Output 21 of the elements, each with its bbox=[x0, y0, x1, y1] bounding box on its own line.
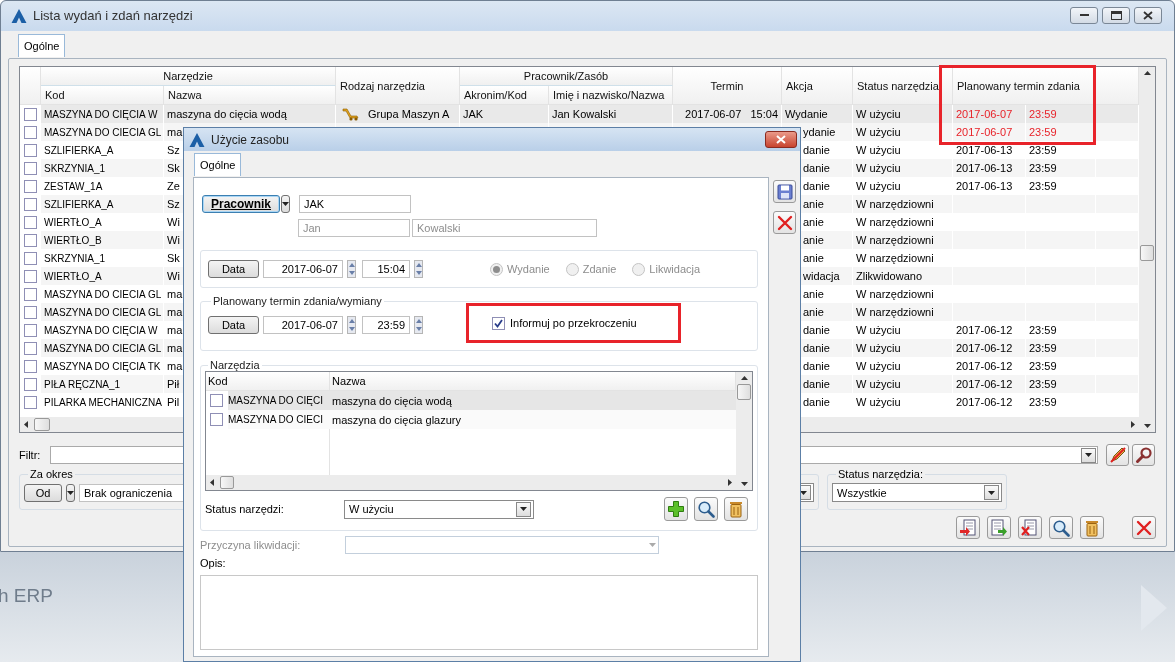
window-title: Lista wydań i zdań narzędzi bbox=[33, 8, 193, 23]
filter-label: Filtr: bbox=[19, 449, 42, 461]
table-cell-text: MASZYNA DO CIECI bbox=[228, 413, 324, 427]
group-title: Narzędzia bbox=[209, 359, 261, 371]
radio-label: Likwidacja bbox=[649, 263, 701, 275]
checkbox-label: Informuj po przekroczeniu bbox=[510, 317, 637, 329]
reason-label: Przyczyna likwidacji: bbox=[200, 539, 302, 551]
group-title: Za okres bbox=[29, 468, 74, 480]
table-cell: W użyciu bbox=[853, 393, 953, 411]
status-label: Status narzędzi: bbox=[205, 503, 285, 515]
table-cell: 23:59 bbox=[1026, 393, 1096, 411]
description-label: Opis: bbox=[200, 557, 227, 569]
table-cell: 2017-06-12 bbox=[953, 393, 1026, 411]
group-title: Status narzędzia: bbox=[837, 468, 924, 480]
table-cell-text: MASZYNA DO CIĘCI bbox=[228, 394, 324, 408]
table-cell-text: maszyna do cięcia glazury bbox=[331, 412, 462, 428]
table-cell: PILARKA MECHANICZNA bbox=[41, 393, 164, 411]
radio-label: Wydanie bbox=[507, 263, 550, 275]
background-text: h ERP bbox=[0, 585, 53, 607]
radio-label: Zdanie bbox=[582, 263, 617, 275]
table-cell: Grupa Maszyn A bbox=[368, 108, 450, 120]
